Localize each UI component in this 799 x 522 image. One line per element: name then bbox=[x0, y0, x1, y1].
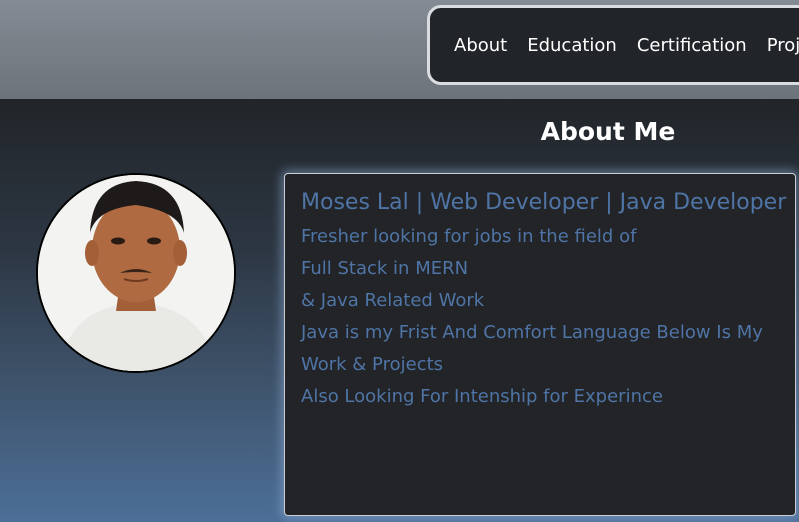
about-line: Fresher looking for jobs in the field of bbox=[301, 226, 637, 247]
nav-link-certification[interactable]: Certification bbox=[637, 35, 747, 56]
page-title: About Me bbox=[540, 117, 676, 146]
profile-photo bbox=[38, 175, 234, 371]
nav-list: About Education Certification Projects bbox=[454, 8, 799, 82]
about-line: & Java Related Work bbox=[301, 290, 485, 311]
navbar: About Education Certification Projects bbox=[427, 5, 799, 85]
nav-link-about[interactable]: About bbox=[454, 35, 507, 56]
nav-link-education[interactable]: Education bbox=[527, 35, 617, 56]
profile-heading: Moses Lal | Web Developer | Java Develop… bbox=[301, 190, 787, 215]
header-bar: About Education Certification Projects bbox=[0, 0, 799, 99]
about-line: Also Looking For Intenship for Experince bbox=[301, 386, 663, 407]
nav-link-projects[interactable]: Projects bbox=[767, 35, 799, 56]
about-line: Full Stack in MERN bbox=[301, 258, 469, 279]
avatar bbox=[36, 173, 236, 373]
about-line: Java is my Frist And Comfort Language Be… bbox=[301, 322, 763, 375]
about-card: Moses Lal | Web Developer | Java Develop… bbox=[284, 173, 796, 516]
